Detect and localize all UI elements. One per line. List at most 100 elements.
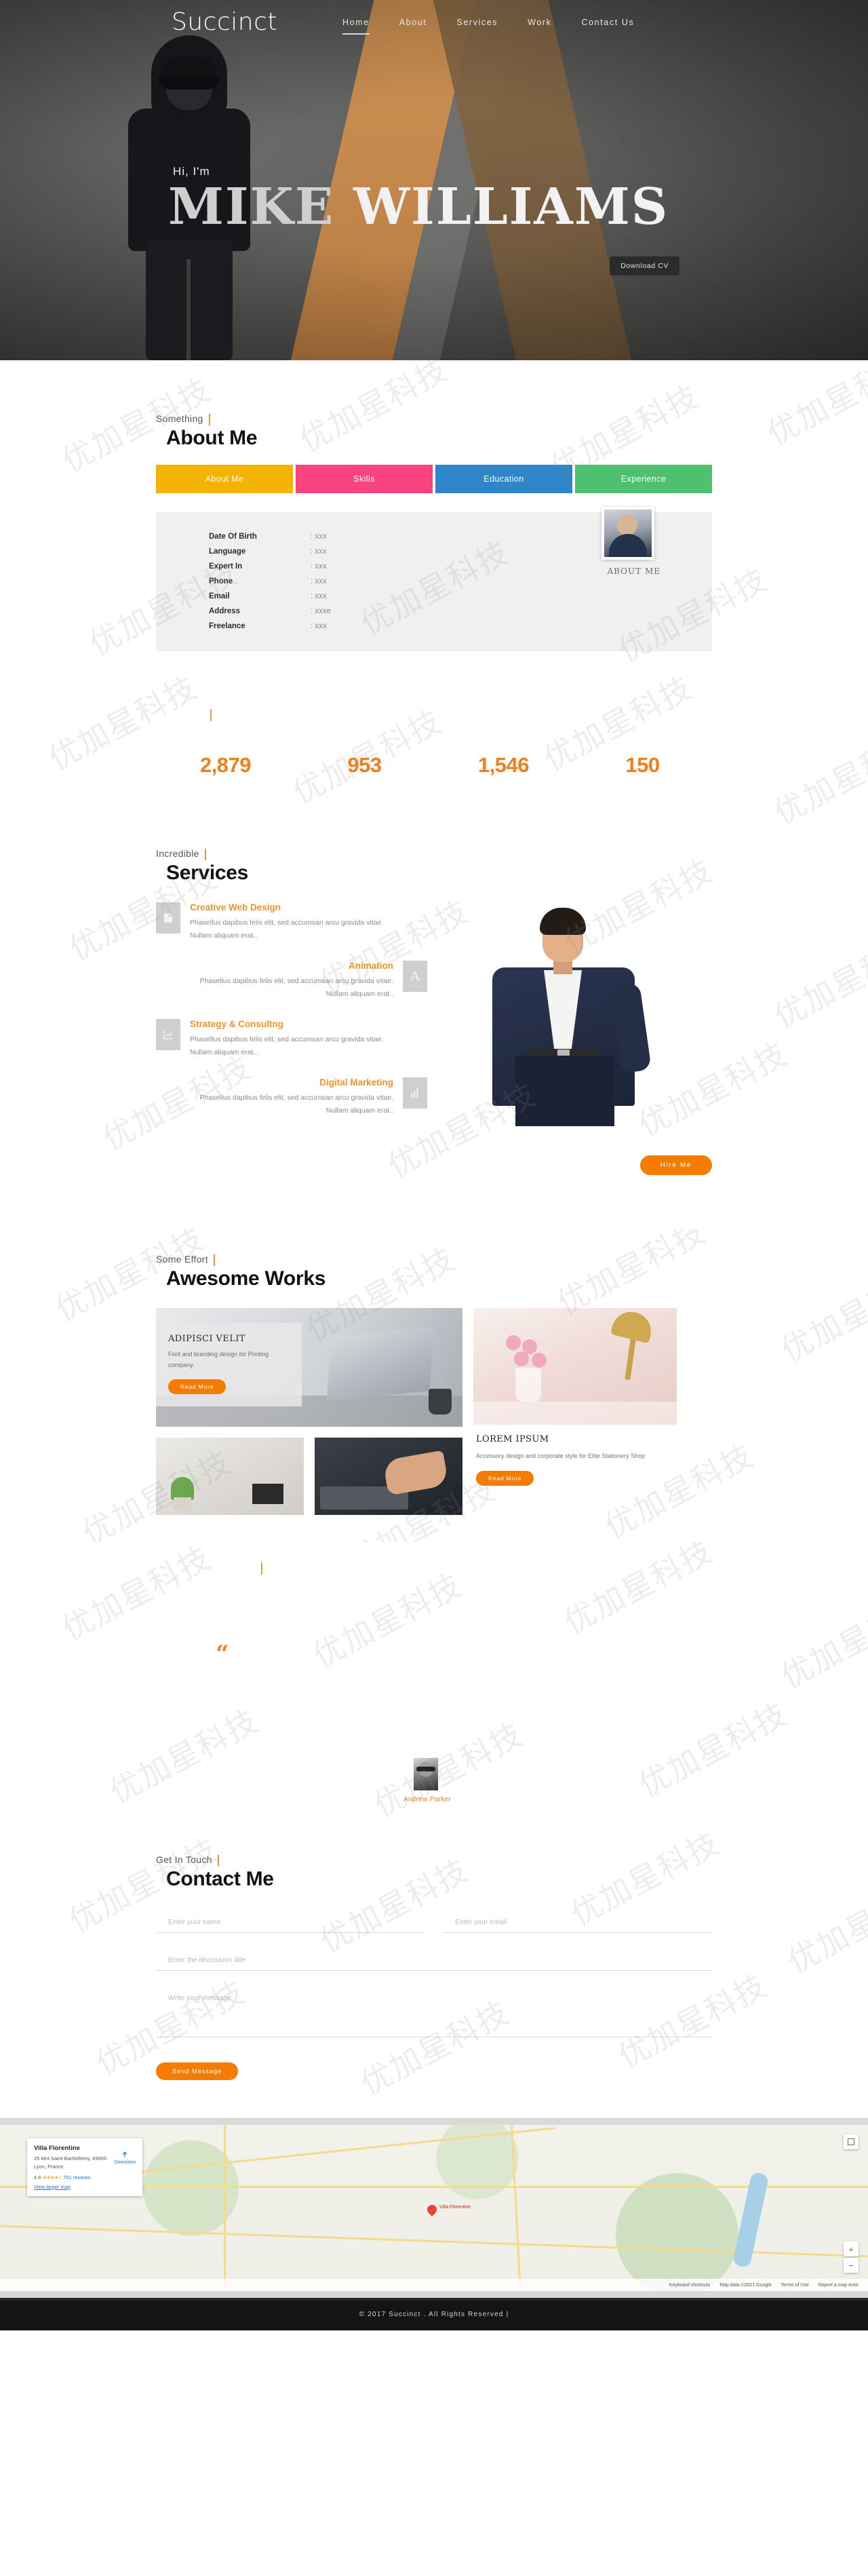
main-navigation: Home About Services Work Contact Us — [342, 18, 634, 35]
service-description: Phasellus dapibus felis elit, sed accums… — [199, 1093, 393, 1115]
tab-skills[interactable]: Skills — [296, 465, 433, 493]
work-card-image — [473, 1308, 677, 1425]
info-label: Phone — [209, 577, 233, 585]
work-thumbnail-desk[interactable] — [315, 1438, 462, 1516]
counter-number: 150 — [625, 753, 660, 777]
contact-form: Send Message — [156, 1911, 712, 2081]
work-card-read-more-button[interactable]: Read More — [476, 1470, 534, 1486]
site-logo[interactable]: Succinct — [172, 8, 277, 36]
info-row-freelance: Freelance : xxx — [209, 622, 712, 630]
work-card-title: LOREM IPSUM — [476, 1434, 549, 1445]
service-item-strategy-consulting[interactable]: Strategy & Consultng Phasellus dapibus f… — [156, 1018, 427, 1060]
name-input[interactable] — [156, 1911, 425, 1934]
nav-item-about[interactable]: About — [399, 18, 427, 35]
about-section: Something About Me About Me Skills Educa… — [156, 360, 712, 672]
works-grid: ADIPISCI VELIT Font and branding design … — [156, 1308, 712, 1516]
counter-item-2: 953 — [295, 753, 434, 782]
nav-item-contact-us[interactable]: Contact Us — [582, 18, 635, 35]
nav-item-work[interactable]: Work — [528, 18, 551, 35]
subject-input[interactable] — [156, 1949, 712, 1972]
map-directions-button[interactable]: Directions — [115, 2149, 136, 2165]
counters-tick — [210, 709, 212, 721]
services-subtitle: Incredible — [156, 848, 206, 860]
counter-row: 2,879 953 1,546 150 — [156, 753, 712, 782]
counter-item-1: 2,879 — [156, 753, 295, 782]
work-card-lorem-ipsum[interactable]: LOREM IPSUM Accessory design and corpora… — [473, 1308, 677, 1486]
testimonial-avatar — [414, 1758, 438, 1791]
services-grid: Creative Web Design Phasellus dapibus fe… — [156, 902, 712, 1135]
map-keyboard-shortcuts[interactable]: Keyboard shortcuts — [669, 2283, 710, 2288]
info-value: : xxx — [311, 562, 327, 571]
map-address-line-1: 25 Mnt Saint-Barthélémy, 69005 — [34, 2155, 107, 2162]
info-label: Language — [209, 547, 246, 556]
work-featured-overlay: ADIPISCI VELIT Font and branding design … — [156, 1323, 302, 1406]
services-wrapper: 优加星科技 优加星科技 优加星科技 优加星科技 优加星科技 优加星科技 优加星科… — [0, 841, 868, 1229]
hire-me-button[interactable]: Hire Me — [639, 1155, 712, 1176]
testimonial-wrapper: 优加星科技 优加星科技 优加星科技 优加星科技 优加星科技 优加星科技 优加星科… — [0, 1542, 868, 1834]
about-portrait-caption: ABOUT ME — [607, 566, 660, 576]
info-label: Date Of Birth — [209, 533, 257, 541]
about-wrapper: 优加星科技 优加星科技 优加星科技 优加星科技 优加星科技 优加星科技 优加星科… — [0, 360, 868, 672]
contact-section: Get In Touch Contact Me Send Message — [156, 1834, 712, 2118]
about-title: About Me — [166, 427, 258, 449]
service-item-creative-web-design[interactable]: Creative Web Design Phasellus dapibus fe… — [156, 902, 427, 943]
info-label: Address — [209, 607, 241, 615]
info-value: : xxx — [311, 592, 327, 600]
send-message-button[interactable]: Send Message — [156, 2062, 239, 2081]
hero-name: MIKE WILLIAMS — [168, 178, 669, 236]
info-value: : xxx — [311, 547, 327, 556]
map-report-error[interactable]: Report a map error — [818, 2283, 859, 2288]
view-larger-map-link[interactable]: View larger map — [34, 2184, 136, 2190]
work-featured-tile[interactable]: ADIPISCI VELIT Font and branding design … — [156, 1308, 462, 1427]
map-pin-label: Villa Florentine — [439, 2205, 471, 2210]
map-zoom-out-button[interactable]: − — [844, 2258, 859, 2273]
info-label: Email — [209, 592, 230, 600]
nav-item-home[interactable]: Home — [342, 18, 370, 35]
tab-experience[interactable]: Experience — [575, 465, 712, 493]
tab-about-me[interactable]: About Me — [156, 465, 293, 493]
nav-item-services[interactable]: Services — [456, 18, 498, 35]
info-row-email: Email : xxx — [209, 592, 712, 600]
hero-name-last: WILLIAMS — [353, 178, 669, 236]
message-textarea[interactable] — [156, 1987, 712, 2038]
work-card-description: Accessory design and corporate style for… — [476, 1453, 646, 1460]
tab-education[interactable]: Education — [435, 465, 572, 493]
contact-subtitle: Get In Touch — [156, 1854, 219, 1867]
bar-chart-icon — [403, 1077, 427, 1109]
map-section[interactable]: Villa Florentine Villa Florentine 25 Mnt… — [0, 2118, 868, 2299]
service-description: Phasellus dapibus felis elit, sed accums… — [190, 919, 384, 940]
info-value: : xxx — [311, 533, 327, 541]
service-description: Phasellus dapibus felis elit, sed accums… — [190, 1035, 384, 1057]
info-row-address: Address : xxxe — [209, 607, 712, 615]
map-reviews-count[interactable]: 701 reviews — [63, 2174, 90, 2180]
works-title: Awesome Works — [166, 1267, 326, 1290]
directions-arrow-icon — [122, 2151, 127, 2158]
map-info-card: Villa Florentine 25 Mnt Saint-Barthélémy… — [27, 2138, 142, 2196]
map-terms-of-use[interactable]: Terms of Use — [781, 2283, 809, 2288]
counter-number: 1,546 — [477, 753, 530, 777]
hero-greeting: Hi, I'm — [173, 165, 210, 178]
services-section: Incredible Services Creative Web Design … — [156, 841, 712, 1229]
hero-name-first: MIKE — [168, 178, 335, 236]
counter-number: 2,879 — [199, 753, 252, 777]
works-wrapper: 优加星科技 优加星科技 优加星科技 优加星科技 优加星科技 优加星科技 优加星科… — [0, 1229, 868, 1542]
service-item-digital-marketing[interactable]: Digital Marketing Phasellus dapibus feli… — [156, 1077, 427, 1118]
testimonial-tick — [261, 1562, 262, 1575]
works-right-column: LOREM IPSUM Accessory design and corpora… — [473, 1308, 677, 1515]
counters-wrapper: 优加星科技 优加星科技 优加星科技 优加星科技 2,879 953 1,546 … — [0, 672, 868, 841]
download-cv-button[interactable]: Download CV — [610, 256, 679, 275]
map-address-line-2: Lyon, France — [34, 2164, 64, 2170]
works-thumbnail-row — [156, 1438, 462, 1516]
work-featured-read-more-button[interactable]: Read More — [168, 1379, 226, 1394]
work-thumbnail-plant[interactable] — [156, 1438, 304, 1516]
map-fullscreen-button[interactable] — [844, 2134, 859, 2150]
info-value: : xxxe — [311, 607, 332, 615]
hire-me-wrapper: Hire Me — [156, 1155, 712, 1176]
email-input[interactable] — [443, 1911, 712, 1934]
work-featured-title: ADIPISCI VELIT — [168, 1334, 245, 1345]
copyright-text: © 2017 Succinct . All Rights Reserved | — [359, 2310, 509, 2318]
map-data-attribution: Map data ©2021 Google — [719, 2282, 772, 2288]
services-title: Services — [166, 862, 249, 884]
service-item-animation[interactable]: A Animation Phasellus dapibus felis elit… — [156, 960, 427, 1001]
map-zoom-in-button[interactable]: + — [844, 2242, 859, 2257]
